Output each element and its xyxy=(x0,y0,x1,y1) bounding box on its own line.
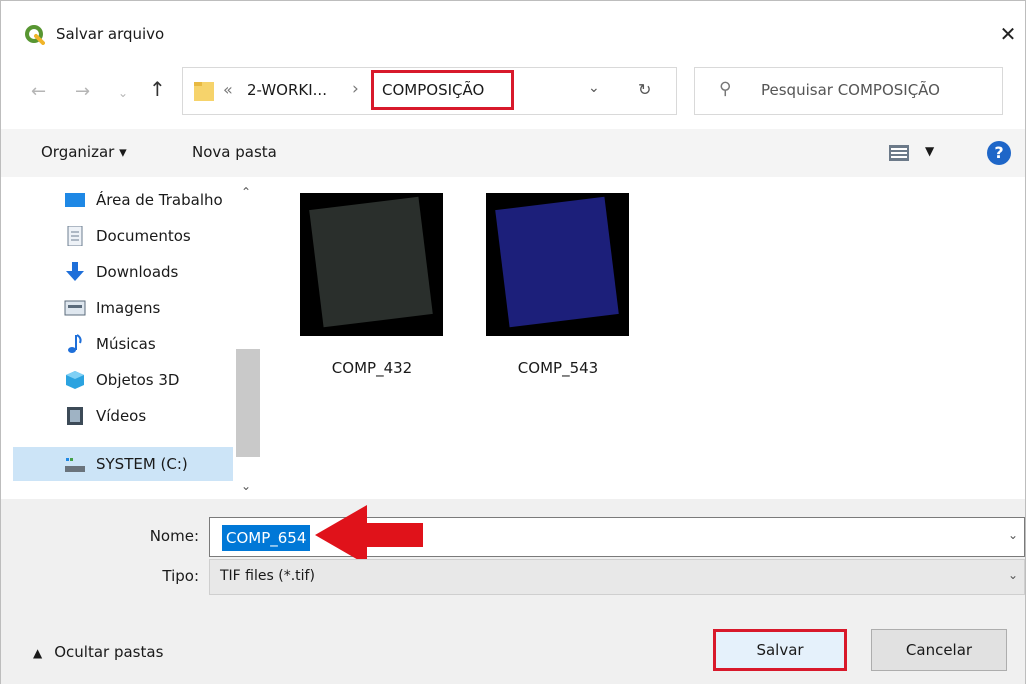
sidebar-item-label: Imagens xyxy=(96,299,161,317)
file-item[interactable]: COMP_432 xyxy=(277,191,443,377)
sidebar-item-label: SYSTEM (C:) xyxy=(96,455,188,473)
sidebar-item-downloads[interactable]: Downloads xyxy=(56,255,236,289)
sidebar-item-label: Downloads xyxy=(96,263,179,281)
view-options-icon[interactable] xyxy=(889,145,909,161)
search-icon: ⚲ xyxy=(719,79,732,99)
file-name: COMP_432 xyxy=(331,359,413,377)
file-thumbnail xyxy=(300,193,443,336)
view-dropdown-icon[interactable]: ▼ xyxy=(925,144,934,158)
downloads-icon xyxy=(66,262,84,281)
window-title: Salvar arquivo xyxy=(56,25,165,43)
save-options-panel: Nome: COMP_654 ⌄ Tipo: TIF files (*.tif)… xyxy=(1,499,1025,684)
sidebar-item-label: Documentos xyxy=(96,227,191,245)
address-bar[interactable]: « 2-WORKI... › COMPOSIÇÃO ⌄ ↻ xyxy=(182,67,677,115)
save-file-dialog: Salvar arquivo ✕ ← → ⌄ ↑ « 2-WORKI... › … xyxy=(0,0,1026,684)
breadcrumb-parent[interactable]: 2-WORKI... xyxy=(247,81,327,99)
sidebar-item-label: Vídeos xyxy=(96,407,147,425)
drive-icon xyxy=(65,458,85,472)
sidebar-item-label: Área de Trabalho xyxy=(96,191,223,209)
chevron-up-icon: ▲ xyxy=(33,646,43,660)
title-bar: Salvar arquivo ✕ xyxy=(1,1,1025,57)
hide-folders-toggle[interactable]: ▲ Ocultar pastas xyxy=(33,643,163,661)
folder-icon xyxy=(194,82,214,101)
cancel-button[interactable]: Cancelar xyxy=(871,629,1007,671)
breadcrumb-overflow[interactable]: « xyxy=(223,80,233,99)
file-type-select[interactable]: TIF files (*.tif) ⌄ xyxy=(209,559,1025,595)
music-icon xyxy=(68,334,82,353)
chevron-down-icon[interactable]: ⌄ xyxy=(1008,528,1018,542)
sidebar-item-documents[interactable]: Documentos xyxy=(56,219,236,253)
chevron-down-icon[interactable]: ⌄ xyxy=(588,80,600,96)
file-list: COMP_432 COMP_543 xyxy=(263,177,1025,499)
search-input[interactable] xyxy=(761,81,996,99)
file-name-input[interactable]: COMP_654 xyxy=(222,525,311,551)
sidebar-item-music[interactable]: Músicas xyxy=(56,327,236,361)
documents-icon xyxy=(67,226,83,246)
sidebar-item-system-drive[interactable]: SYSTEM (C:) xyxy=(13,447,233,481)
recent-locations-chevron-icon[interactable]: ⌄ xyxy=(118,86,128,100)
scroll-down-icon[interactable]: ⌄ xyxy=(241,479,251,493)
scrollbar-thumb[interactable] xyxy=(236,349,260,457)
type-label: Tipo: xyxy=(162,567,199,585)
pictures-icon xyxy=(64,300,86,316)
raster-preview xyxy=(495,196,619,328)
sidebar-item-desktop[interactable]: Área de Trabalho xyxy=(56,183,236,217)
refresh-icon[interactable]: ↻ xyxy=(638,80,651,99)
qgis-icon xyxy=(25,25,45,45)
forward-arrow-icon[interactable]: → xyxy=(75,81,90,102)
chevron-down-icon[interactable]: ⌄ xyxy=(1008,568,1018,582)
scroll-up-icon[interactable]: ⌃ xyxy=(241,185,251,199)
help-icon[interactable]: ? xyxy=(987,141,1011,165)
toolbar: Organizar ▾ Nova pasta ▼ ? xyxy=(1,129,1025,177)
sidebar-item-label: Objetos 3D xyxy=(96,371,180,389)
raster-preview xyxy=(309,196,433,328)
breadcrumb-separator[interactable]: › xyxy=(352,79,359,99)
sidebar-item-label: Músicas xyxy=(96,335,156,353)
organize-button[interactable]: Organizar ▾ xyxy=(41,143,127,161)
file-type-value: TIF files (*.tif) xyxy=(220,568,315,584)
navigation-pane: Área de Trabalho Documentos Downloads Im… xyxy=(1,177,261,499)
file-name: COMP_543 xyxy=(517,359,599,377)
name-label: Nome: xyxy=(149,527,199,545)
sidebar-item-3d-objects[interactable]: Objetos 3D xyxy=(56,363,236,397)
close-button[interactable]: ✕ xyxy=(993,19,1023,49)
up-arrow-icon[interactable]: ↑ xyxy=(149,77,166,101)
new-folder-button[interactable]: Nova pasta xyxy=(192,143,277,161)
hide-folders-label: Ocultar pastas xyxy=(54,643,164,661)
sidebar-item-pictures[interactable]: Imagens xyxy=(56,291,236,325)
sidebar-item-videos[interactable]: Vídeos xyxy=(56,399,236,433)
save-button[interactable]: Salvar xyxy=(713,629,847,671)
videos-icon xyxy=(67,407,83,425)
file-thumbnail xyxy=(486,193,629,336)
search-box[interactable]: ⚲ xyxy=(694,67,1003,115)
breadcrumb-current[interactable]: COMPOSIÇÃO xyxy=(371,70,514,110)
file-item[interactable]: COMP_543 xyxy=(463,191,629,377)
red-arrow-annotation-icon xyxy=(315,505,423,565)
back-arrow-icon[interactable]: ← xyxy=(31,81,46,102)
desktop-icon xyxy=(65,193,85,207)
objects3d-icon xyxy=(66,371,84,389)
